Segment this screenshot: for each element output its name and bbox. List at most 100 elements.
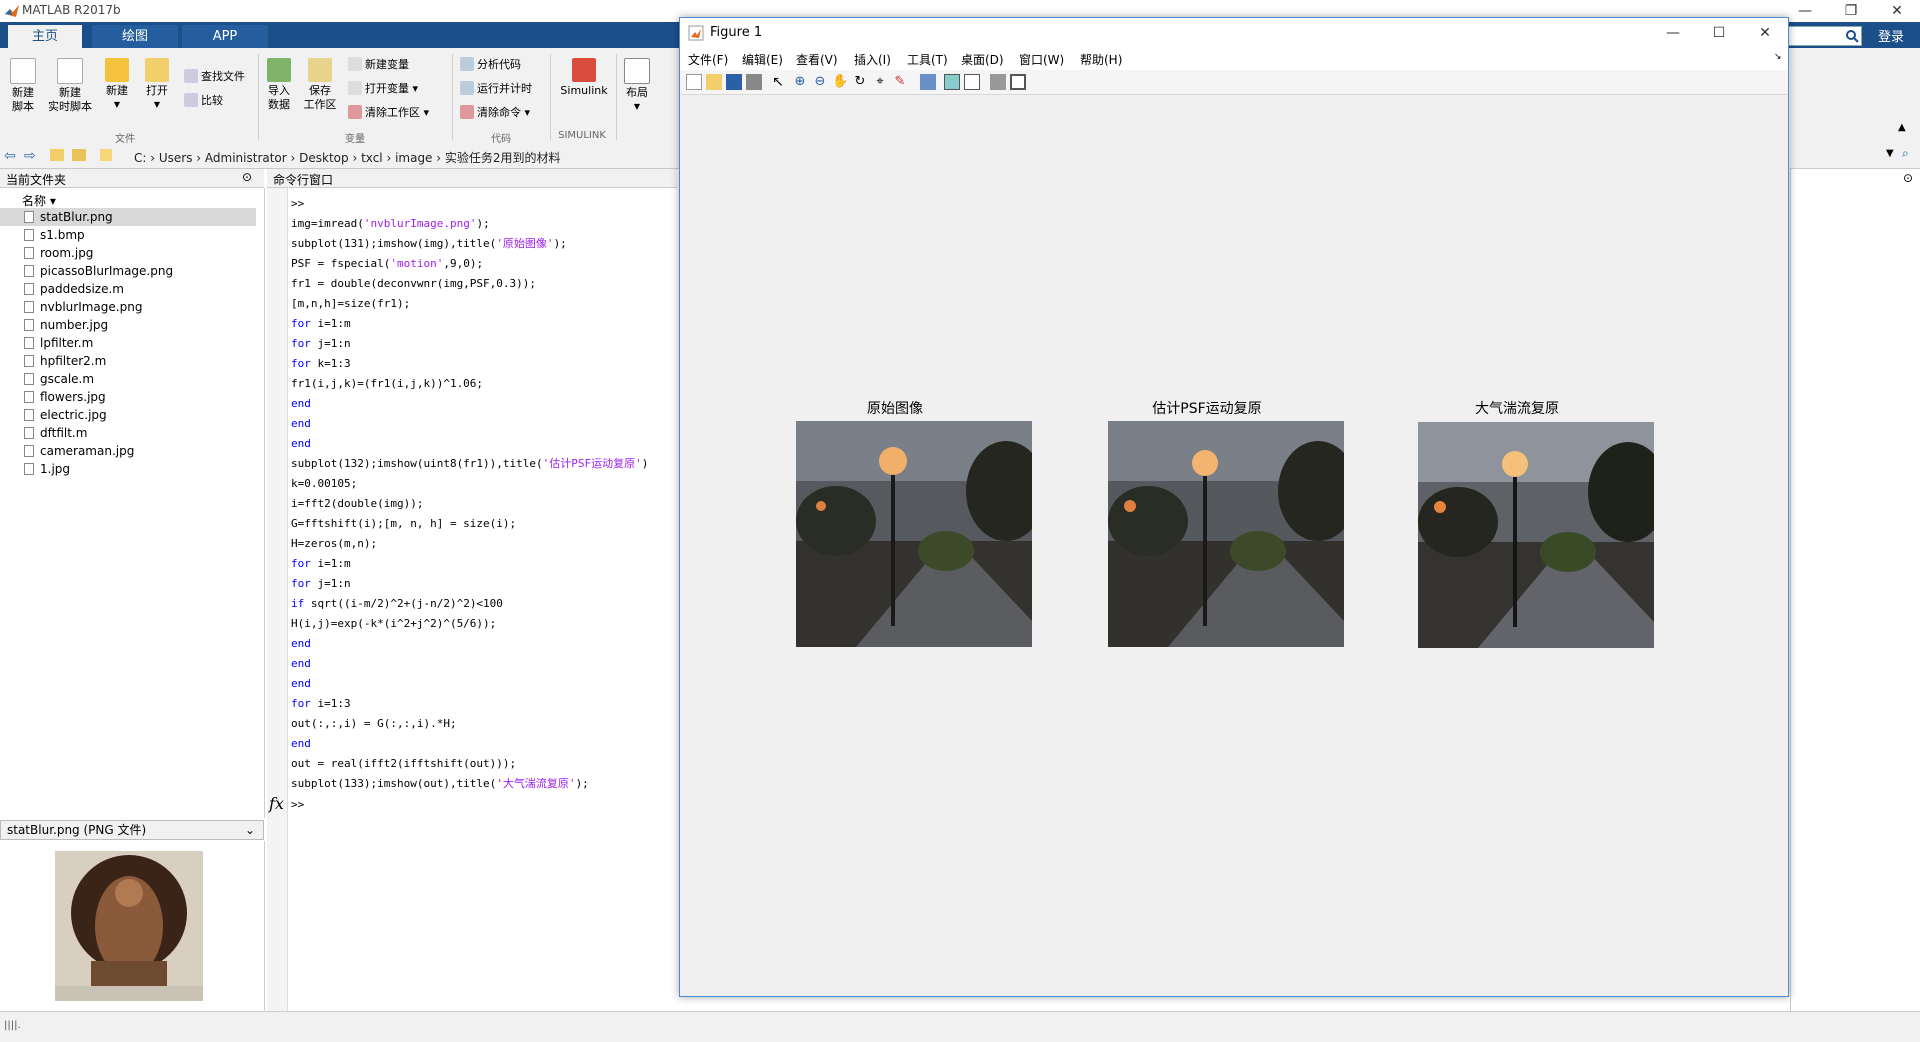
file-list-item[interactable]: gscale.m <box>0 370 256 388</box>
chevron-down-icon[interactable]: ⌄ <box>245 821 255 839</box>
open-file-icon[interactable] <box>706 74 722 90</box>
pointer-icon[interactable]: ↖ <box>770 74 786 90</box>
tab-plots[interactable]: 绘图 <box>92 25 178 48</box>
import-data-button[interactable]: 导入 数据 <box>264 58 294 112</box>
breadcrumb-item[interactable]: image <box>395 151 432 165</box>
figure-close-button[interactable]: ✕ <box>1742 22 1788 44</box>
close-button[interactable]: ✕ <box>1874 0 1920 22</box>
breadcrumb[interactable]: C: › Users › Administrator › Desktop › t… <box>134 149 561 166</box>
file-list-item[interactable]: hpfilter2.m <box>0 352 256 370</box>
restore-button[interactable]: ❐ <box>1828 0 1874 22</box>
browse-folder-icon[interactable] <box>72 149 86 161</box>
clear-workspace-button[interactable]: 清除工作区 ▾ <box>348 104 429 122</box>
axes-1-image <box>796 421 1032 647</box>
menu-help[interactable]: 帮助(H) <box>1080 51 1122 68</box>
file-list-item[interactable]: cameraman.jpg <box>0 442 256 460</box>
dock-arrow-icon[interactable]: ↘ <box>1774 52 1782 62</box>
search-icon[interactable]: ⌕ <box>1902 146 1909 161</box>
chevron-down-icon[interactable]: ▼ <box>1886 148 1894 159</box>
login-link[interactable]: 登录 <box>1878 26 1904 45</box>
command-line: for i=1:3 <box>291 697 351 710</box>
command-window[interactable]: >> img=imread('nvblurImage.png'); subplot(… <box>267 188 677 1011</box>
breadcrumb-item[interactable]: C: <box>134 151 146 165</box>
menu-insert[interactable]: 插入(I) <box>854 51 891 68</box>
new-figure-icon[interactable] <box>686 74 702 90</box>
current-folder-header: 当前文件夹 ⊙ <box>0 169 264 188</box>
simulink-button[interactable]: Simulink <box>556 58 612 98</box>
menu-file[interactable]: 文件(F) <box>688 51 728 68</box>
file-list-item[interactable]: 1.jpg <box>0 460 256 478</box>
zoom-in-icon[interactable]: ⊕ <box>792 74 808 90</box>
file-list-item[interactable]: dftfilt.m <box>0 424 256 442</box>
fx-icon[interactable]: fx <box>269 794 284 813</box>
file-name: number.jpg <box>40 318 109 332</box>
file-list-item[interactable]: number.jpg <box>0 316 256 334</box>
pan-icon[interactable]: ✋ <box>832 74 848 90</box>
breadcrumb-item[interactable]: txcl <box>361 151 383 165</box>
name-column-header[interactable]: 名称 ▾ <box>22 192 56 209</box>
tab-apps[interactable]: APP <box>182 25 268 48</box>
file-list-item[interactable]: paddedsize.m <box>0 280 256 298</box>
tab-home[interactable]: 主页 <box>8 25 82 48</box>
print-icon[interactable] <box>746 74 762 90</box>
new-live-script-button[interactable]: 新建 实时脚本 <box>44 58 96 114</box>
legend-icon[interactable] <box>964 74 980 90</box>
layout-button[interactable]: 布局 ▼ <box>622 58 652 114</box>
file-list-item[interactable]: picassoBlurImage.png <box>0 262 256 280</box>
command-prompt[interactable]: >> <box>291 798 304 811</box>
menu-tools[interactable]: 工具(T) <box>907 51 948 68</box>
compare-button[interactable]: 比较 <box>184 92 223 110</box>
breadcrumb-item[interactable]: Desktop <box>299 151 349 165</box>
file-list-item[interactable]: flowers.jpg <box>0 388 256 406</box>
menu-view[interactable]: 查看(V) <box>796 51 838 68</box>
menu-window[interactable]: 窗口(W) <box>1019 51 1064 68</box>
panel-menu-icon[interactable]: ⊙ <box>1903 171 1913 185</box>
figure-maximize-button[interactable]: ☐ <box>1696 22 1742 44</box>
save-workspace-button[interactable]: 保存 工作区 <box>302 58 338 112</box>
clear-commands-button[interactable]: 清除命令 ▾ <box>460 104 530 122</box>
command-line: H=zeros(m,n); <box>291 537 378 550</box>
file-list-item[interactable]: s1.bmp <box>0 226 256 244</box>
link-plot-icon[interactable] <box>920 74 936 90</box>
hide-plot-tools-icon[interactable] <box>990 74 1006 90</box>
open-variable-button[interactable]: 打开变量 ▾ <box>348 80 418 98</box>
run-and-time-button[interactable]: 运行并计时 <box>460 80 532 98</box>
open-button[interactable]: 打开 ▼ <box>140 58 174 112</box>
brush-icon[interactable]: ✎ <box>892 74 908 90</box>
collapse-ribbon-icon[interactable]: ▲ <box>1898 122 1906 133</box>
command-line: out = real(ifft2(ifftshift(out))); <box>291 757 517 770</box>
new-variable-button[interactable]: 新建变量 <box>348 56 409 74</box>
zoom-out-icon[interactable]: ⊖ <box>812 74 828 90</box>
file-list-item[interactable]: electric.jpg <box>0 406 256 424</box>
new-script-button[interactable]: 新建 脚本 <box>6 58 40 114</box>
figure-minimize-button[interactable]: — <box>1650 22 1696 44</box>
search-input[interactable] <box>1780 26 1862 46</box>
command-line: for j=1:n <box>291 577 351 590</box>
breadcrumb-item[interactable]: Administrator <box>205 151 287 165</box>
new-button[interactable]: 新建 ▼ <box>100 58 134 112</box>
file-name: cameraman.jpg <box>40 444 135 458</box>
show-plot-tools-icon[interactable] <box>1010 74 1026 90</box>
file-list-item[interactable]: room.jpg <box>0 244 256 262</box>
menu-edit[interactable]: 编辑(E) <box>742 51 783 68</box>
analyze-code-button[interactable]: 分析代码 <box>460 56 521 74</box>
file-details-header[interactable]: statBlur.png (PNG 文件) ⌄ <box>0 820 264 840</box>
figure-menu-bar: 文件(F) 编辑(E) 查看(V) 插入(I) 工具(T) 桌面(D) 窗口(W… <box>680 48 1788 70</box>
rotate-icon[interactable]: ↻ <box>852 74 868 90</box>
back-arrow-icon[interactable]: ⇦ <box>4 148 16 164</box>
ribbon-divider <box>550 54 551 140</box>
file-list-item[interactable]: lpfilter.m <box>0 334 256 352</box>
data-cursor-icon[interactable]: ⌖ <box>872 74 888 90</box>
ribbon-divider <box>258 54 259 140</box>
menu-desktop[interactable]: 桌面(D) <box>961 51 1004 68</box>
forward-arrow-icon[interactable]: ⇨ <box>24 148 36 164</box>
file-list-item[interactable]: statBlur.png <box>0 208 256 226</box>
colorbar-icon[interactable] <box>944 74 960 90</box>
panel-menu-icon[interactable]: ⊙ <box>242 170 252 184</box>
breadcrumb-item[interactable]: Users <box>159 151 193 165</box>
breadcrumb-item[interactable]: 实验任务2用到的材料 <box>445 151 561 165</box>
file-list-item[interactable]: nvblurImage.png <box>0 298 256 316</box>
save-icon[interactable] <box>726 74 742 90</box>
up-folder-icon[interactable] <box>50 149 64 161</box>
find-files-button[interactable]: 查找文件 <box>184 68 245 86</box>
